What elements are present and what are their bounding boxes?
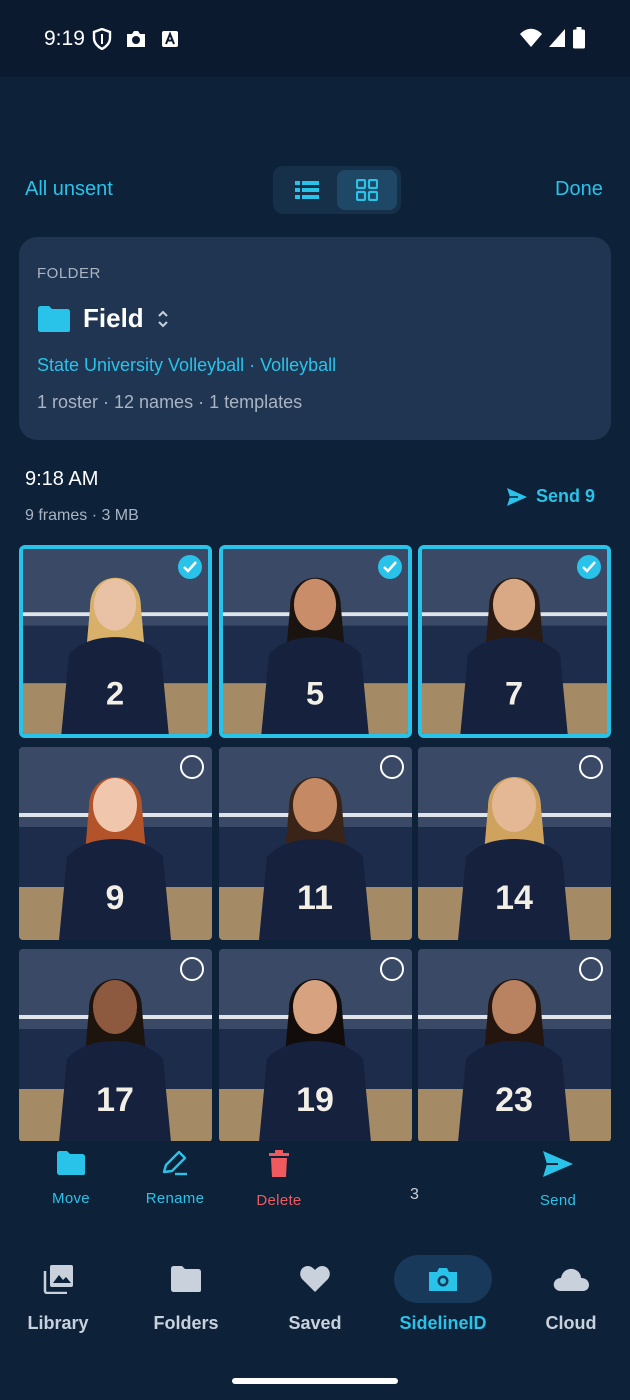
photo-tile[interactable]: 9 xyxy=(19,747,212,940)
athlete-photo: 7 xyxy=(422,549,607,734)
rename-button[interactable]: Rename xyxy=(130,1150,220,1207)
cellular-icon xyxy=(549,29,565,47)
selected-check-icon xyxy=(178,555,202,579)
jersey-number: 7 xyxy=(505,674,523,711)
nav-label-saved: Saved xyxy=(288,1313,342,1333)
cloud-icon xyxy=(553,1268,589,1291)
nav-item-folders[interactable]: Folders xyxy=(131,1255,241,1334)
bottom-nav: Library Folders Saved SidelineID Cloud xyxy=(0,1255,630,1345)
selected-check-icon xyxy=(577,555,601,579)
jersey-number: 14 xyxy=(495,879,533,917)
nav-label-cloud: Cloud xyxy=(545,1313,597,1333)
grid-view-icon xyxy=(356,179,378,201)
trash-icon xyxy=(269,1150,289,1177)
photo-tile[interactable]: 2 xyxy=(19,545,212,738)
heart-icon xyxy=(300,1266,330,1292)
jersey-number: 11 xyxy=(297,879,333,917)
list-view-icon xyxy=(295,181,319,199)
group-meta: 9 frames · 3 MB xyxy=(25,507,139,524)
status-time: 9:19 xyxy=(44,27,85,50)
camera-icon xyxy=(127,31,145,47)
send-button[interactable]: Send xyxy=(513,1150,603,1209)
top-bar: All unsent Done xyxy=(0,160,630,220)
nav-item-cloud[interactable]: Cloud xyxy=(516,1255,626,1334)
rename-label: Rename xyxy=(145,1190,205,1207)
selected-count: 3 xyxy=(410,1186,419,1203)
photo-tile[interactable]: 14 xyxy=(418,747,611,940)
list-view-button[interactable] xyxy=(277,170,337,210)
photo-tile[interactable]: 7 xyxy=(418,545,611,738)
send-icon xyxy=(543,1151,573,1177)
jersey-number: 17 xyxy=(96,1081,134,1119)
font-a-icon xyxy=(162,31,178,47)
battery-icon xyxy=(573,27,585,49)
folder-icon xyxy=(57,1151,85,1175)
select-circle-icon[interactable] xyxy=(180,755,204,779)
athlete-photo: 19 xyxy=(218,949,412,1141)
select-circle-icon[interactable] xyxy=(180,957,204,981)
nav-label-sidelineid: SidelineID xyxy=(399,1313,487,1333)
jersey-number: 19 xyxy=(296,1081,334,1119)
folder-picker[interactable]: Field xyxy=(37,303,170,334)
folder-icon xyxy=(38,305,70,332)
send-icon xyxy=(507,487,527,506)
delete-label: Delete xyxy=(256,1192,302,1209)
nav-item-sidelineid[interactable]: SidelineID xyxy=(388,1255,498,1334)
nav-label-folders: Folders xyxy=(153,1313,219,1333)
camera-icon xyxy=(429,1268,457,1291)
photo-grid: 2 5 7 9 11 14 17 19 23 xyxy=(19,545,611,1141)
jersey-number: 2 xyxy=(106,674,124,711)
view-toggle xyxy=(273,166,401,214)
athlete-photo: 5 xyxy=(222,549,408,734)
move-label: Move xyxy=(52,1190,90,1207)
delete-button[interactable]: Delete xyxy=(234,1150,324,1209)
done-button[interactable]: Done xyxy=(555,178,603,201)
shield-icon xyxy=(92,28,112,50)
select-circle-icon[interactable] xyxy=(579,957,603,981)
athlete-photo: 11 xyxy=(218,747,412,940)
folder-name: Field xyxy=(83,303,144,333)
jersey-number: 5 xyxy=(305,674,323,711)
folder-meta-line: 1 roster · 12 names · 1 templates xyxy=(37,392,303,412)
group-header: 9:18 AM 9 frames · 3 MB xyxy=(25,468,139,525)
photo-tile[interactable]: 5 xyxy=(218,545,412,738)
send-group-button[interactable]: Send 9 xyxy=(506,486,595,507)
send-label: Send xyxy=(539,1192,577,1209)
selected-check-icon xyxy=(377,555,402,579)
jersey-number: 23 xyxy=(495,1081,533,1119)
photo-tile[interactable]: 17 xyxy=(19,949,212,1141)
folder-section-label: FOLDER xyxy=(37,265,101,282)
chevron-up-down-icon xyxy=(157,310,168,327)
athlete-photo: 2 xyxy=(23,549,208,734)
nav-item-saved[interactable]: Saved xyxy=(260,1255,370,1334)
action-bar: Move Rename Delete 3 Send xyxy=(0,1150,630,1230)
grid-view-button[interactable] xyxy=(337,170,397,210)
photo-library-icon xyxy=(43,1265,73,1294)
folder-card: FOLDER Field State University Volleyball… xyxy=(19,237,611,440)
status-bar: 9:19 xyxy=(0,0,630,77)
send-group-label: Send 9 xyxy=(536,486,596,506)
photo-tile[interactable]: 19 xyxy=(218,949,412,1141)
wifi-icon xyxy=(520,28,542,47)
pencil-icon xyxy=(162,1150,187,1176)
photo-tile[interactable]: 23 xyxy=(418,949,611,1141)
nav-label-library: Library xyxy=(27,1313,89,1333)
select-circle-icon[interactable] xyxy=(579,755,603,779)
home-indicator[interactable] xyxy=(232,1378,398,1384)
move-button[interactable]: Move xyxy=(26,1150,116,1207)
select-circle-icon[interactable] xyxy=(379,755,404,779)
all-unsent-button[interactable]: All unsent xyxy=(25,178,113,201)
group-time: 9:18 AM xyxy=(25,468,99,490)
jersey-number: 9 xyxy=(106,879,125,917)
select-circle-icon[interactable] xyxy=(379,957,404,981)
photo-tile[interactable]: 11 xyxy=(218,747,412,940)
nav-item-library[interactable]: Library xyxy=(3,1255,113,1334)
folder-icon xyxy=(171,1266,201,1292)
folder-team-line[interactable]: State University Volleyball · Volleyball xyxy=(37,355,336,376)
